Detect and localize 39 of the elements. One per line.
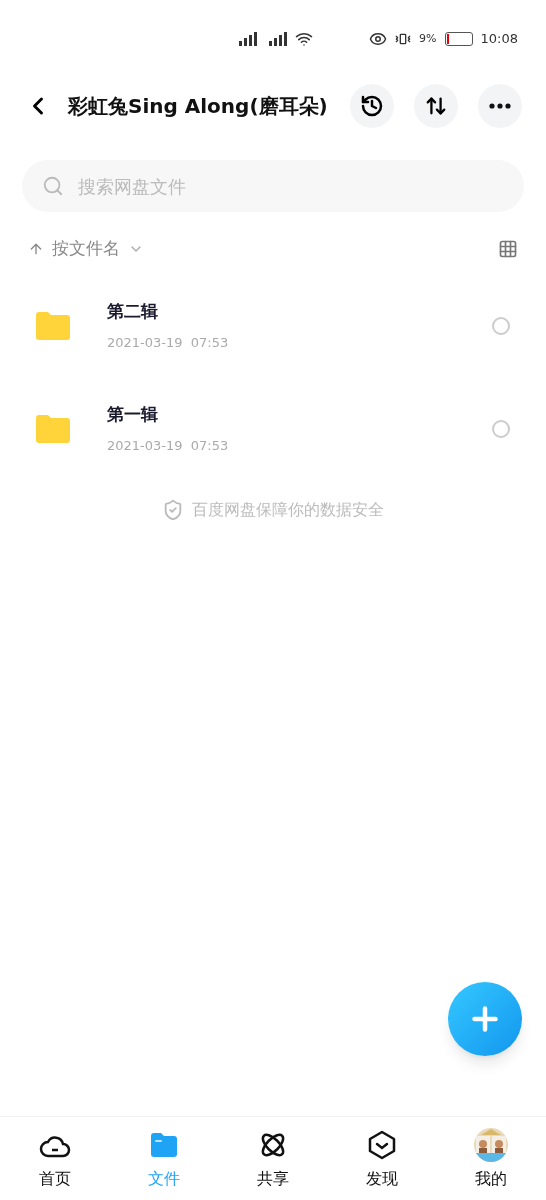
signal-icon	[239, 32, 258, 46]
nav-tab[interactable]: 共享	[218, 1117, 328, 1200]
search-field[interactable]: 搜索网盘文件	[22, 160, 524, 212]
modified-date: 2021-03-19 07:53	[107, 333, 230, 352]
select-radio[interactable]	[492, 316, 510, 335]
folder-row[interactable]: 第二辑 2021-03-19 07:53	[0, 274, 546, 377]
eye-icon	[369, 30, 388, 48]
more-icon	[489, 103, 511, 109]
battery-icon	[444, 32, 473, 46]
more-button[interactable]	[478, 84, 522, 128]
history-icon	[360, 94, 384, 118]
nav-tab[interactable]: 我的	[436, 1117, 546, 1200]
add-button[interactable]	[448, 982, 522, 1056]
security-note: 百度网盘保障你的数据安全	[192, 499, 384, 521]
search-icon	[42, 175, 64, 197]
folder-name: 第二辑	[107, 300, 159, 323]
clock: 10:08	[480, 30, 518, 49]
sort-icon	[425, 95, 447, 117]
wifi-icon	[295, 30, 314, 48]
folder-name: 第一辑	[107, 403, 159, 426]
vibrate-icon	[395, 31, 412, 47]
sort-button[interactable]	[414, 84, 458, 128]
folder-icon	[36, 311, 70, 340]
folder-icon	[36, 414, 70, 443]
modified-date: 2021-03-19 07:53	[107, 436, 230, 455]
nav-tab[interactable]: 发现	[327, 1117, 437, 1200]
grid-icon	[498, 239, 518, 259]
select-radio[interactable]	[492, 419, 510, 438]
hexagon-icon	[367, 1129, 398, 1160]
shield-icon	[162, 499, 184, 521]
history-button[interactable]	[350, 84, 394, 128]
battery-percent: 9%	[419, 30, 437, 47]
folder-icon	[148, 1130, 179, 1159]
page-title: 彩虹兔Sing Along(磨耳朵)	[68, 93, 329, 120]
grid-view-button[interactable]	[498, 239, 518, 259]
folder-row[interactable]: 第一辑 2021-03-19 07:53	[0, 377, 546, 480]
nav-tab[interactable]: 首页	[0, 1117, 110, 1200]
sort-by-name-button[interactable]: 按文件名	[28, 236, 144, 262]
signal-icon	[269, 32, 288, 46]
